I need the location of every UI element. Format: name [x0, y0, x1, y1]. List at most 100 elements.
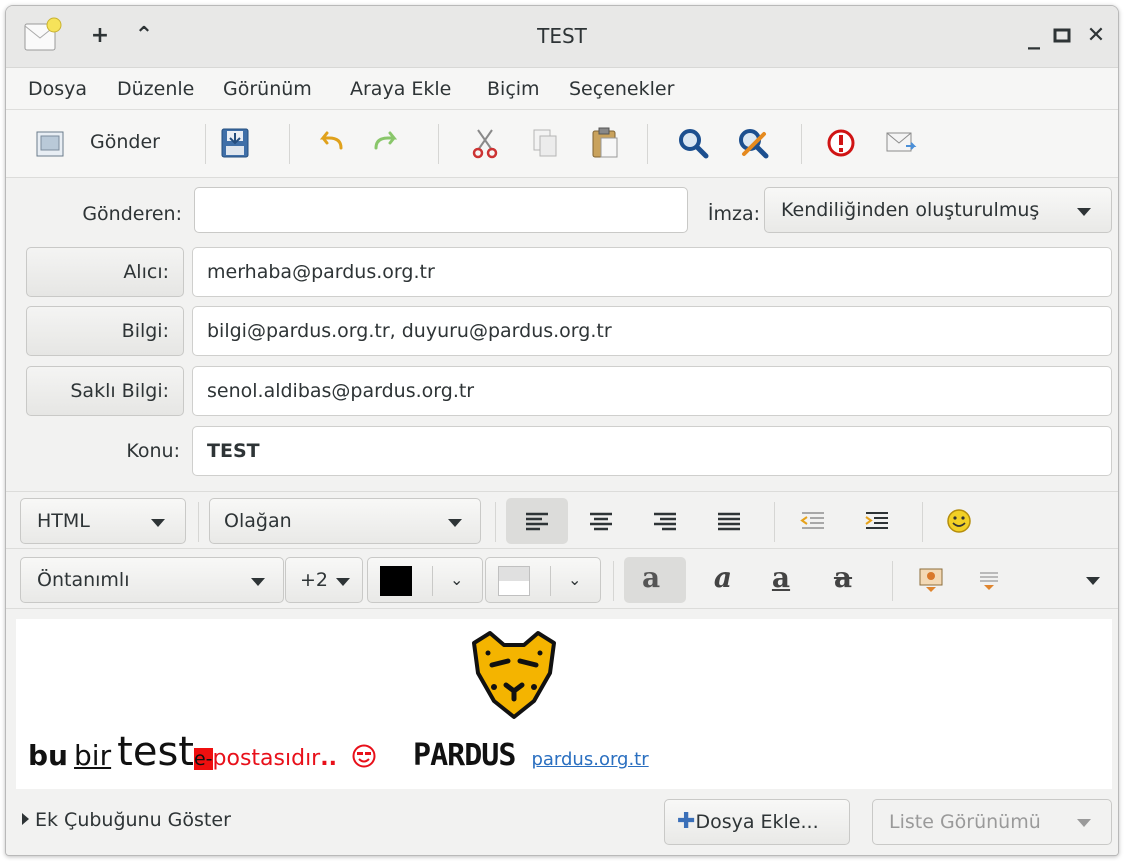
chevron-down-icon — [448, 519, 462, 527]
toolbar-separator — [647, 124, 648, 164]
paragraph-style-value: Olağan — [224, 510, 292, 532]
cc-button[interactable]: Bilgi: — [26, 306, 184, 356]
save-icon[interactable] — [216, 124, 254, 162]
underline-icon[interactable]: a — [764, 563, 798, 597]
chevron-down-icon — [251, 578, 265, 586]
text-red-dots: .. — [320, 746, 337, 771]
text-color-button[interactable]: ⌄ — [367, 557, 483, 603]
menu-edit[interactable]: Düzenle — [117, 78, 194, 100]
chevron-down-icon[interactable] — [1086, 577, 1100, 585]
from-combo[interactable] — [194, 187, 852, 233]
disclosure-triangle-icon — [22, 813, 29, 825]
send-icon — [34, 128, 66, 160]
toolbar-separator — [801, 124, 802, 164]
chevron-down-icon — [336, 578, 350, 586]
maximize-icon[interactable] — [1046, 20, 1078, 52]
from-label: Gönderen: — [82, 203, 182, 225]
chevron-down-icon: ⌄ — [568, 570, 582, 589]
signature-combo[interactable]: Kendiliğinden oluşturulmuş — [764, 187, 1112, 233]
toolbar-separator — [198, 502, 199, 542]
toolbar-separator — [289, 124, 290, 164]
indent-icon[interactable] — [860, 504, 894, 538]
format-toolbar-2: Öntanımlı +2 ⌄ ⌄ a a a a — [6, 551, 1118, 609]
cc-field[interactable]: bilgi@pardus.org.tr, duyuru@pardus.org.t… — [192, 306, 1112, 356]
subject-field[interactable]: TEST — [192, 426, 1112, 476]
menu-options[interactable]: Seçenekler — [569, 78, 674, 100]
align-center-icon[interactable] — [584, 504, 618, 538]
add-file-button[interactable]: ✚Dosya Ekle... — [664, 799, 850, 845]
add-file-label: Dosya Ekle... — [695, 811, 819, 833]
message-editor[interactable]: bu bir teste-postasıdır.. PARDUS pardus.… — [16, 619, 1112, 789]
background-color-button[interactable]: ⌄ — [485, 557, 601, 603]
bold-button[interactable]: a — [624, 557, 686, 603]
strikethrough-icon[interactable]: a — [826, 563, 860, 597]
paste-icon[interactable] — [586, 124, 624, 162]
main-toolbar: Gönder — [6, 110, 1118, 178]
to-button[interactable]: Alıcı: — [26, 247, 184, 297]
copy-icon[interactable] — [526, 124, 564, 162]
to-field[interactable]: merhaba@pardus.org.tr — [192, 247, 1112, 297]
show-attachment-bar-toggle[interactable]: Ek Çubuğunu Göster — [22, 809, 231, 831]
pardus-link[interactable]: pardus.org.tr — [531, 749, 648, 770]
priority-icon[interactable] — [822, 124, 860, 162]
redo-icon[interactable] — [368, 124, 406, 162]
smiley-icon[interactable] — [942, 504, 976, 538]
justify-icon[interactable] — [712, 504, 746, 538]
menu-insert[interactable]: Araya Ekle — [350, 78, 451, 100]
font-combo[interactable]: Öntanımlı — [20, 557, 284, 603]
attachment-bar: Ek Çubuğunu Göster ✚Dosya Ekle... Liste … — [6, 789, 1118, 855]
menu-file[interactable]: Dosya — [28, 78, 87, 100]
editor-mode-combo[interactable]: HTML — [20, 498, 186, 544]
text-color-swatch — [380, 566, 412, 596]
close-icon[interactable]: ✕ — [1080, 20, 1112, 52]
chevron-down-icon — [1077, 819, 1091, 827]
text-bold-word: bu — [28, 739, 68, 772]
find-icon[interactable] — [674, 124, 712, 162]
editor-mode-value: HTML — [37, 510, 90, 532]
text-highlighted-word: e- — [193, 748, 213, 770]
font-size-value: +2 — [300, 569, 329, 591]
message-text-line: bu bir teste-postasıdır.. PARDUS pardus.… — [28, 729, 649, 775]
toolbar-separator — [613, 561, 614, 601]
window-title: TEST — [537, 24, 587, 48]
insert-image-icon[interactable] — [914, 563, 948, 597]
text-large-word: test — [117, 729, 194, 775]
unindent-icon[interactable] — [796, 504, 830, 538]
toolbar-separator — [432, 566, 433, 596]
menu-bar: Dosya Düzenle Görünüm Araya Ekle Biçim S… — [6, 68, 1118, 110]
align-left-button[interactable] — [506, 498, 568, 544]
chevron-down-icon: ⌄ — [450, 570, 464, 589]
signature-label: İmza: — [707, 203, 760, 225]
send-button[interactable]: Gönder — [26, 122, 186, 166]
align-right-icon[interactable] — [648, 504, 682, 538]
bcc-button[interactable]: Saklı Bilgi: — [26, 366, 184, 416]
undo-icon[interactable] — [311, 124, 349, 162]
receipt-icon[interactable] — [882, 124, 920, 162]
signature-value: Kendiliğinden oluşturulmuş — [781, 199, 1040, 221]
font-value: Öntanımlı — [37, 569, 130, 591]
toolbar-separator — [205, 124, 206, 164]
composer-window: + ⌃ TEST _ ✕ Dosya Düzenle Görünüm Araya… — [5, 5, 1119, 856]
view-mode-combo[interactable]: Liste Görünümü — [872, 799, 1112, 845]
menu-format[interactable]: Biçim — [487, 78, 540, 100]
send-label: Gönder — [90, 131, 160, 153]
toolbar-separator — [495, 502, 496, 542]
chevron-down-icon — [1077, 208, 1091, 216]
bold-icon: a — [642, 561, 661, 594]
paragraph-style-combo[interactable]: Olağan — [209, 498, 481, 544]
cut-icon[interactable] — [466, 124, 504, 162]
font-size-combo[interactable]: +2 — [285, 557, 363, 603]
subject-label: Konu: — [126, 440, 180, 462]
menu-view[interactable]: Görünüm — [223, 78, 312, 100]
insert-rule-icon[interactable] — [972, 563, 1006, 597]
add-icon: ✚ — [677, 809, 696, 834]
toolbar-separator — [774, 502, 775, 542]
pardus-logo — [464, 625, 564, 725]
toolbar-separator — [438, 124, 439, 164]
chevron-down-icon — [151, 519, 165, 527]
italic-icon[interactable]: a — [706, 563, 740, 597]
align-left-icon — [520, 504, 554, 543]
pardus-wordmark: PARDUS — [413, 738, 516, 773]
replace-icon[interactable] — [734, 124, 772, 162]
bcc-field[interactable]: senol.aldibas@pardus.org.tr — [192, 366, 1112, 416]
